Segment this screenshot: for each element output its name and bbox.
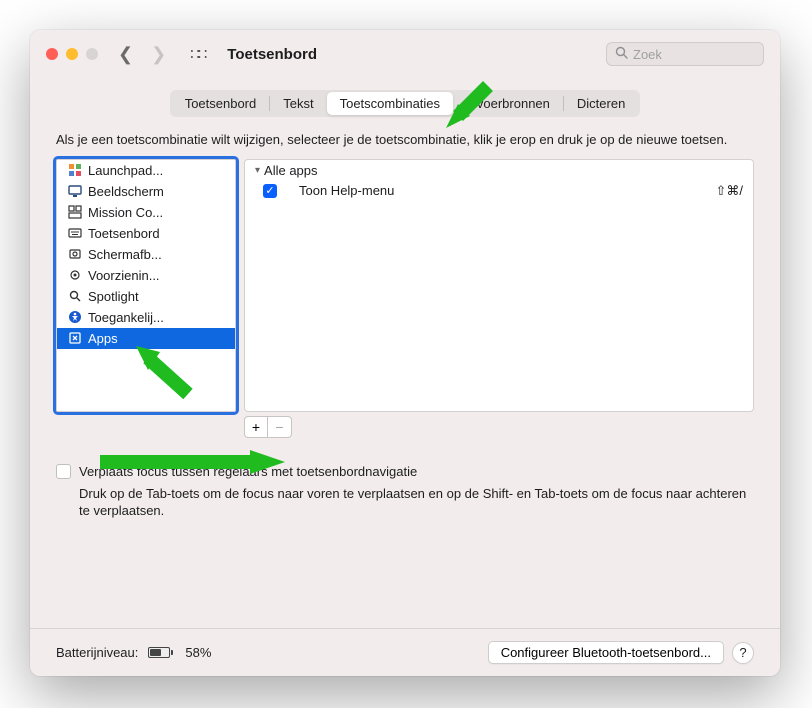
shortcut-name: Toon Help-menu: [289, 183, 703, 198]
content-area: Toetsenbord Tekst Toetscombinaties Invoe…: [30, 78, 780, 628]
battery-percent: 58%: [185, 645, 211, 660]
window-title: Toetsenbord: [227, 46, 598, 63]
keyboard-icon: [67, 226, 82, 241]
display-icon: [67, 184, 82, 199]
add-remove-buttons: + −: [244, 416, 754, 438]
category-apps[interactable]: Apps: [57, 328, 235, 349]
help-button[interactable]: ?: [732, 642, 754, 664]
category-toegankelijk[interactable]: Toegankelij...: [57, 307, 235, 328]
tab-tekst[interactable]: Tekst: [270, 92, 326, 115]
category-mission[interactable]: Mission Co...: [57, 202, 235, 223]
battery-icon: [148, 647, 173, 658]
remove-button: −: [268, 416, 292, 438]
screenshot-icon: [67, 247, 82, 262]
spotlight-icon: [67, 289, 82, 304]
close-icon[interactable]: [46, 48, 58, 60]
mission-icon: [67, 205, 82, 220]
minimize-icon[interactable]: [66, 48, 78, 60]
focus-label: Verplaats focus tussen regelaars met toe…: [79, 464, 417, 479]
back-button[interactable]: ❮: [118, 44, 133, 65]
search-input[interactable]: [633, 47, 755, 62]
apps-icon: [67, 331, 82, 346]
launchpad-icon: [67, 163, 82, 178]
category-voorzienin[interactable]: Voorzienin...: [57, 265, 235, 286]
shortcut-list[interactable]: ▾ Alle apps ✓ Toon Help-menu ⇧⌘/: [244, 159, 754, 412]
add-button[interactable]: +: [244, 416, 268, 438]
tab-toetscombinaties[interactable]: Toetscombinaties: [327, 92, 453, 115]
shortcut-row[interactable]: ✓ Toon Help-menu ⇧⌘/: [245, 181, 753, 201]
configure-bluetooth-button[interactable]: Configureer Bluetooth-toetsenbord...: [488, 641, 724, 664]
tab-dicteren[interactable]: Dicteren: [564, 92, 638, 115]
titlebar: ❮ ❯ ∷∷ Toetsenbord: [30, 30, 780, 78]
nav-buttons: ❮ ❯: [118, 44, 166, 65]
shortcut-checkbox[interactable]: ✓: [263, 184, 277, 198]
footer: Batterijniveau: 58% Configureer Bluetoot…: [30, 628, 780, 676]
tab-invoerbronnen[interactable]: Invoerbronnen: [453, 92, 563, 115]
category-beeldscherm[interactable]: Beeldscherm: [57, 181, 235, 202]
category-list[interactable]: Launchpad... Beeldscherm Mission Co... T…: [56, 159, 236, 412]
maximize-icon: [86, 48, 98, 60]
segmented-control: Toetsenbord Tekst Toetscombinaties Invoe…: [170, 90, 641, 117]
shortcut-group-header[interactable]: ▾ Alle apps: [245, 160, 753, 181]
focus-checkbox[interactable]: [56, 464, 71, 479]
forward-button: ❯: [151, 44, 166, 65]
show-all-icon[interactable]: ∷∷: [190, 45, 205, 63]
accessibility-icon: [67, 310, 82, 325]
focus-option: Verplaats focus tussen regelaars met toe…: [56, 464, 754, 479]
preferences-window: ❮ ❯ ∷∷ Toetsenbord Toetsenbord Tekst Toe…: [30, 30, 780, 676]
tab-bar: Toetsenbord Tekst Toetscombinaties Invoe…: [56, 90, 754, 117]
category-spotlight[interactable]: Spotlight: [57, 286, 235, 307]
shortcut-keys[interactable]: ⇧⌘/: [715, 183, 743, 199]
search-icon: [615, 46, 628, 62]
traffic-lights: [46, 48, 98, 60]
focus-help-text: Druk op de Tab-toets om de focus naar vo…: [79, 485, 754, 520]
chevron-down-icon: ▾: [255, 165, 260, 176]
battery-label: Batterijniveau:: [56, 645, 138, 660]
description-text: Als je een toetscombinatie wilt wijzigen…: [56, 131, 754, 149]
panels: Launchpad... Beeldscherm Mission Co... T…: [56, 159, 754, 412]
gear-icon: [67, 268, 82, 283]
category-toetsenbord[interactable]: Toetsenbord: [57, 223, 235, 244]
category-launchpad[interactable]: Launchpad...: [57, 160, 235, 181]
category-schermafb[interactable]: Schermafb...: [57, 244, 235, 265]
search-field[interactable]: [606, 42, 764, 66]
shortcut-group-label: Alle apps: [264, 163, 317, 178]
tab-toetsenbord[interactable]: Toetsenbord: [172, 92, 270, 115]
